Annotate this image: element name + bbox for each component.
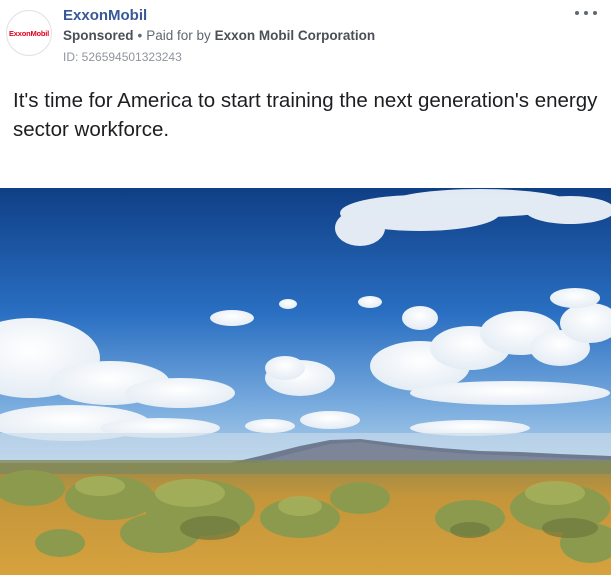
desert-landscape-image: [0, 188, 611, 575]
more-options-button[interactable]: [575, 6, 597, 20]
ad-image[interactable]: [0, 188, 611, 575]
paid-for-prefix: Paid for by: [146, 28, 211, 43]
sponsored-label: Sponsored: [63, 28, 134, 43]
post-message: It's time for America to start training …: [13, 89, 598, 141]
more-horizontal-icon: [575, 11, 579, 15]
advertiser-avatar[interactable]: ExxonMobil: [6, 10, 52, 56]
sponsored-post: ExxonMobil ExxonMobil Sponsored • Paid for…: [0, 0, 611, 575]
more-horizontal-icon-dot: [593, 11, 597, 15]
advertiser-name-link[interactable]: ExxonMobil: [63, 7, 147, 24]
sponsorship-line: Sponsored • Paid for by Exxon Mobil Corpor…: [63, 28, 375, 43]
separator-dot: •: [137, 28, 143, 43]
exxonmobil-logo: ExxonMobil: [8, 28, 50, 38]
more-horizontal-icon-dot: [584, 11, 588, 15]
ad-id-text: ID: 526594501323243: [63, 50, 182, 64]
payer-name: Exxon Mobil Corporation: [214, 28, 376, 43]
